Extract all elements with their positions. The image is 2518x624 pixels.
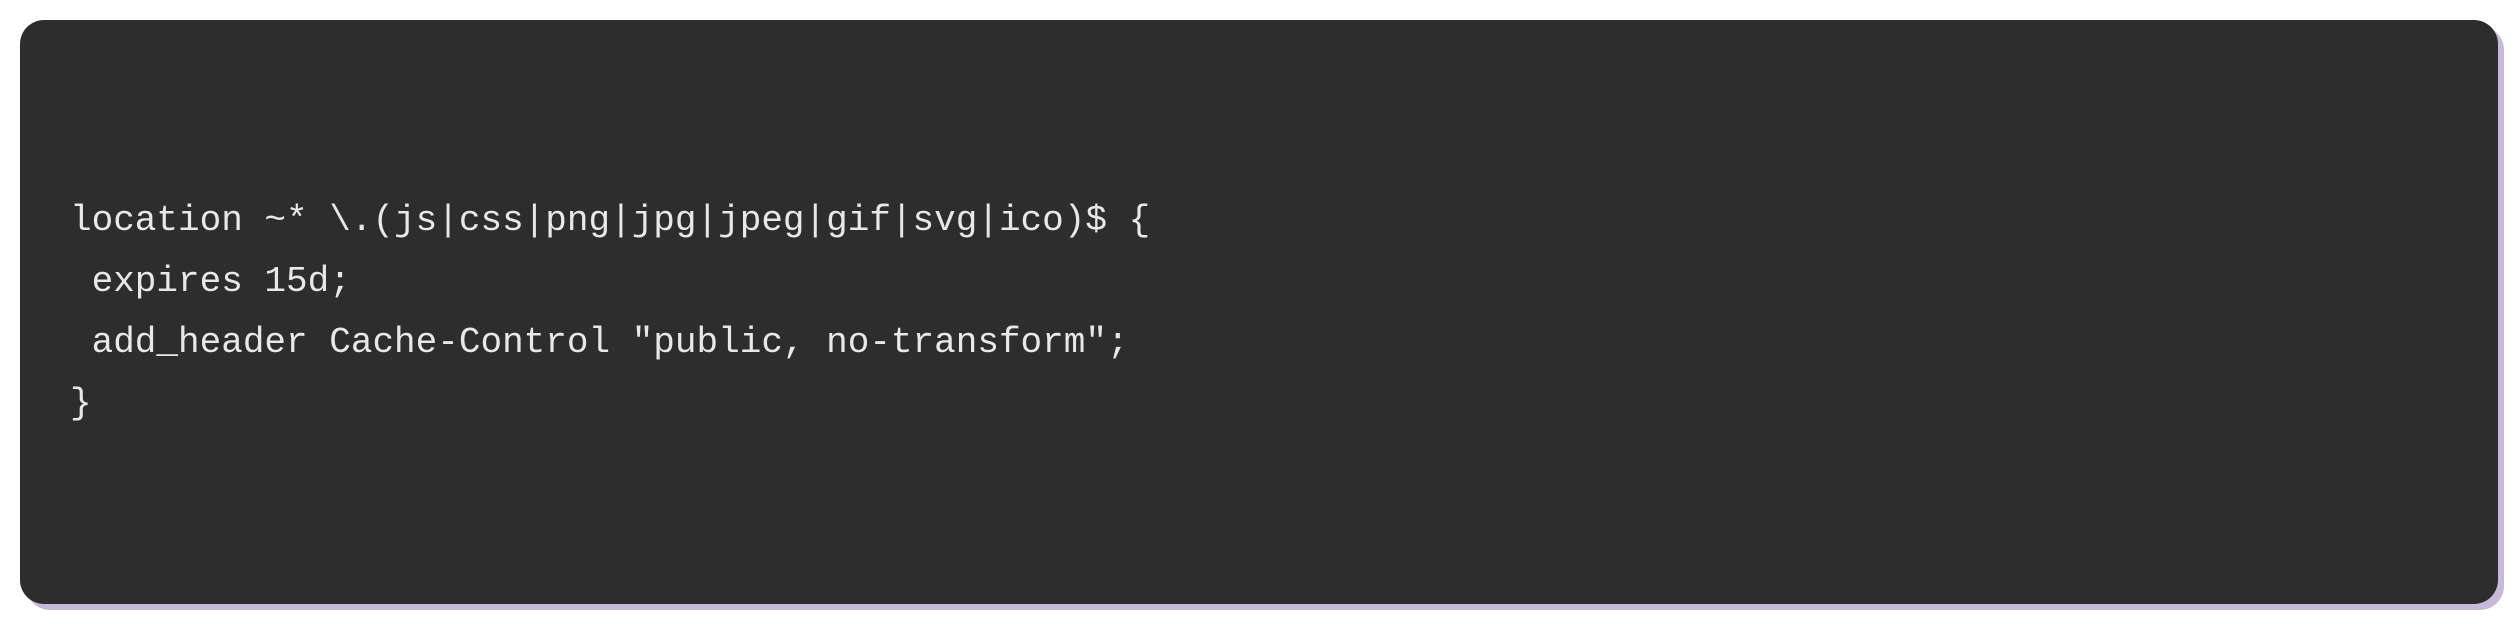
code-block: location ~* \.(js|css|png|jpg|jpeg|gif|s… <box>20 20 2498 604</box>
code-line-2: expires 15d; <box>70 251 2448 312</box>
code-line-4: } <box>70 373 2448 434</box>
code-line-3: add_header Cache-Control "public, no-tra… <box>70 312 2448 373</box>
code-line-1: location ~* \.(js|css|png|jpg|jpeg|gif|s… <box>70 190 2448 251</box>
